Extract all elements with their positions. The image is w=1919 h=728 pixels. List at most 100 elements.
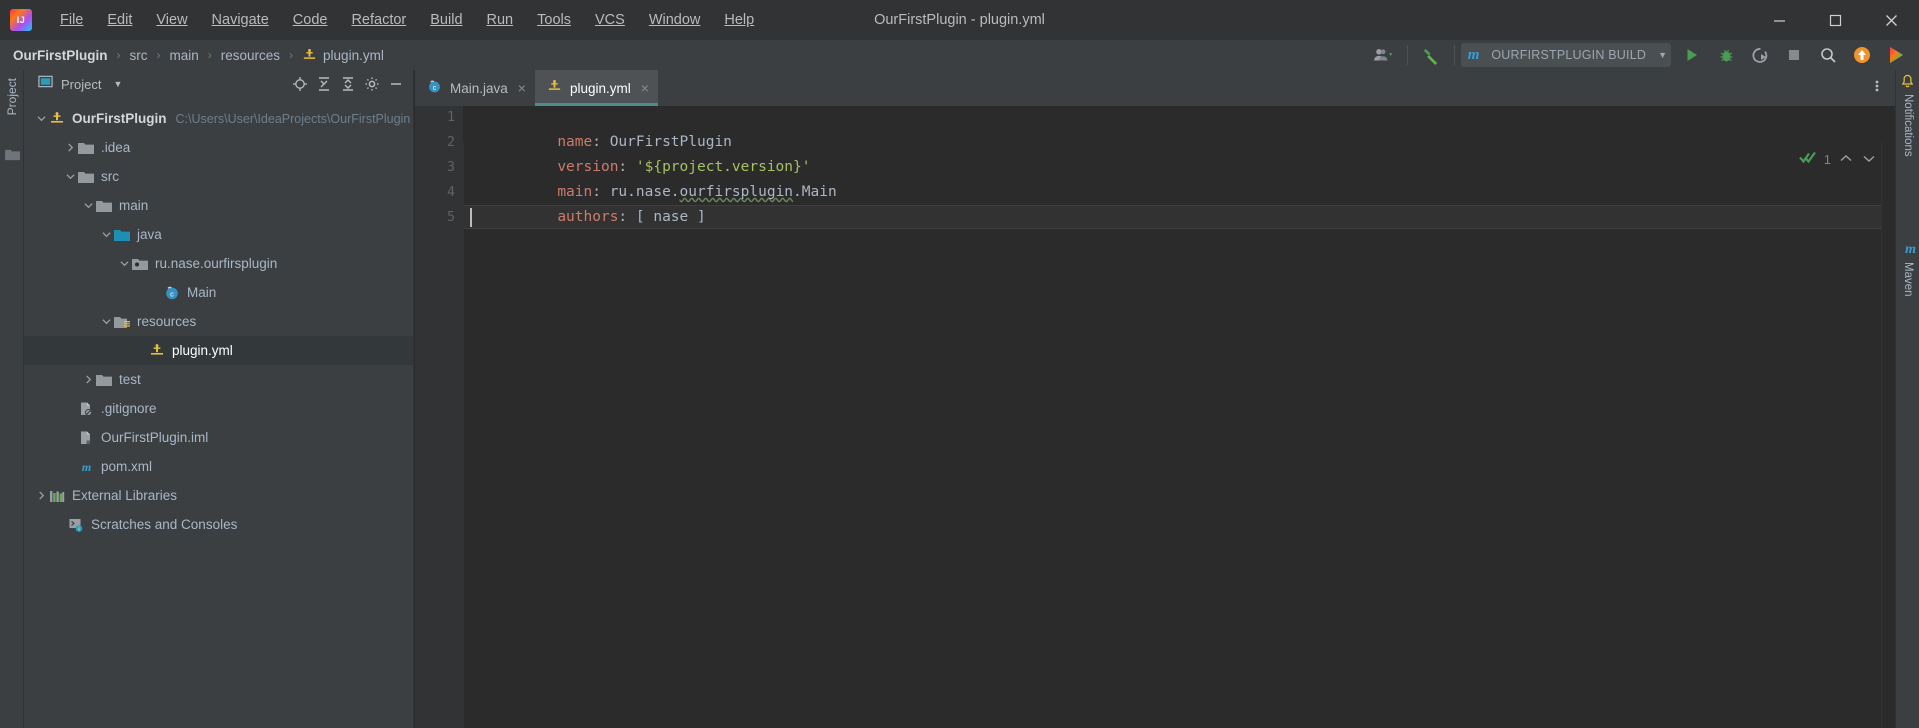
- tree-node-package[interactable]: ru.nase.ourfirsplugin: [24, 249, 413, 278]
- run-configuration-selector[interactable]: m OURFIRSTPLUGIN BUILD ▼: [1460, 43, 1671, 67]
- navigation-bar: OurFirstPlugin › src › main › resources …: [0, 40, 1919, 70]
- chevron-down-icon[interactable]: [99, 228, 113, 242]
- line-number: 4: [447, 185, 455, 200]
- strip-button-notifications[interactable]: Notifications: [1902, 94, 1914, 157]
- toolbar-divider: [1406, 45, 1408, 65]
- tree-label: test: [119, 372, 141, 387]
- spigot-yaml-icon: [547, 79, 562, 97]
- breadcrumb-item-resources[interactable]: resources: [216, 46, 285, 65]
- breadcrumb-item-project[interactable]: OurFirstPlugin: [8, 46, 113, 65]
- tree-node-external-libraries[interactable]: External Libraries: [24, 481, 413, 510]
- tab-label: plugin.yml: [569, 80, 631, 96]
- close-icon[interactable]: [1863, 0, 1919, 40]
- search-everywhere-button[interactable]: [1811, 40, 1845, 70]
- tree-label: resources: [137, 314, 197, 329]
- tab-main-java[interactable]: c Main.java ×: [415, 70, 535, 106]
- navbar-right-actions: m OURFIRSTPLUGIN BUILD ▼: [1367, 40, 1919, 70]
- error-stripe-gutter[interactable]: [1881, 142, 1895, 728]
- menu-item-run[interactable]: Run: [475, 0, 526, 40]
- strip-button-project[interactable]: Project: [5, 78, 19, 115]
- code-editor[interactable]: 1 2 3 4 5 name: OurFirstPlugin version: …: [415, 106, 1895, 728]
- tree-node-pom-xml[interactable]: m pom.xml: [24, 452, 413, 481]
- svg-text:m: m: [81, 460, 90, 474]
- menu-item-navigate[interactable]: Navigate: [200, 0, 281, 40]
- breadcrumb-item-src[interactable]: src: [125, 46, 153, 65]
- tree-node-scratches[interactable]: i Scratches and Consoles: [24, 510, 413, 539]
- hide-tool-window-button[interactable]: [385, 73, 407, 95]
- menu-item-view[interactable]: View: [144, 0, 199, 40]
- gear-icon[interactable]: [361, 73, 383, 95]
- run-button[interactable]: [1675, 40, 1709, 70]
- close-icon[interactable]: ×: [518, 81, 526, 95]
- update-project-button[interactable]: [1845, 40, 1879, 70]
- tree-node-main-class[interactable]: c Main: [24, 278, 413, 307]
- chevron-down-icon[interactable]: [99, 315, 113, 329]
- breadcrumb-item-main[interactable]: main: [165, 46, 204, 65]
- tree-node-ourfirstplugin[interactable]: OurFirstPlugin C:\Users\User\IdeaProject…: [24, 104, 413, 133]
- chevron-down-icon[interactable]: [34, 112, 48, 126]
- debug-button[interactable]: [1709, 40, 1743, 70]
- chevron-down-icon[interactable]: [117, 257, 131, 271]
- svg-text:i: i: [78, 526, 79, 532]
- more-options-icon[interactable]: [1869, 77, 1885, 100]
- menu-item-edit[interactable]: Edit: [95, 0, 144, 40]
- strip-button-maven[interactable]: Maven: [1902, 262, 1914, 297]
- breadcrumb-item-file[interactable]: plugin.yml: [297, 46, 389, 65]
- breadcrumb: OurFirstPlugin › src › main › resources …: [0, 40, 389, 70]
- chevron-right-icon[interactable]: [63, 141, 77, 155]
- colorful-play-icon[interactable]: [1879, 40, 1913, 70]
- tree-node-iml[interactable]: OurFirstPlugin.iml: [24, 423, 413, 452]
- chevron-down-icon[interactable]: [81, 199, 95, 213]
- tree-node-test[interactable]: test: [24, 365, 413, 394]
- menu-item-refactor[interactable]: Refactor: [339, 0, 418, 40]
- menu-label-build: Build: [430, 12, 463, 28]
- tree-node-main[interactable]: main: [24, 191, 413, 220]
- line-number-gutter: 1 2 3 4 5: [415, 106, 463, 728]
- chevron-right-icon[interactable]: [34, 489, 48, 503]
- menu-item-vcs[interactable]: VCS: [583, 0, 637, 40]
- menu-label-help: Help: [724, 12, 755, 28]
- menu-item-tools[interactable]: Tools: [525, 0, 583, 40]
- tree-label: OurFirstPlugin: [72, 111, 167, 126]
- maven-letter-icon: m: [1905, 242, 1916, 257]
- user-dropdown-icon[interactable]: [1367, 40, 1401, 70]
- stop-button[interactable]: [1777, 40, 1811, 70]
- run-with-coverage-button[interactable]: [1743, 40, 1777, 70]
- chevron-down-icon[interactable]: ▼: [113, 79, 122, 89]
- tree-node-resources[interactable]: resources: [24, 307, 413, 336]
- code-line-3: main: ru.nase.ourfirsplugin.Main: [470, 156, 836, 200]
- yaml-key: authors: [557, 209, 619, 225]
- minimize-icon[interactable]: [1751, 0, 1807, 40]
- editor-area: c Main.java × plugin.yml × 1 2 3 4 5 nam…: [415, 70, 1895, 728]
- menu-item-help[interactable]: Help: [712, 0, 766, 40]
- previous-problem-button[interactable]: [1838, 154, 1854, 166]
- tree-node-java[interactable]: java: [24, 220, 413, 249]
- tab-plugin-yml[interactable]: plugin.yml ×: [534, 70, 658, 106]
- notifications-bell-icon[interactable]: [1900, 74, 1915, 94]
- inspection-widget[interactable]: 1: [1798, 150, 1877, 169]
- toolbar-divider: [1453, 45, 1455, 65]
- menu-item-code[interactable]: Code: [281, 0, 340, 40]
- maximize-icon[interactable]: [1807, 0, 1863, 40]
- select-opened-file-button[interactable]: [289, 73, 311, 95]
- collapse-all-button[interactable]: [337, 73, 359, 95]
- gitignore-file-icon: [77, 401, 95, 417]
- strip-folder-icon[interactable]: [5, 148, 20, 166]
- menu-item-file[interactable]: File: [48, 0, 95, 40]
- menu-item-build[interactable]: Build: [418, 0, 474, 40]
- tree-node-src[interactable]: src: [24, 162, 413, 191]
- build-hammer-icon[interactable]: [1414, 40, 1448, 70]
- code-content[interactable]: name: OurFirstPlugin version: '${project…: [463, 106, 1895, 728]
- tree-node-idea[interactable]: .idea: [24, 133, 413, 162]
- menu-item-window[interactable]: Window: [637, 0, 713, 40]
- source-root-folder-icon: [113, 228, 131, 242]
- close-icon[interactable]: ×: [641, 81, 649, 95]
- expand-all-button[interactable]: [313, 73, 335, 95]
- java-class-icon: c: [163, 285, 181, 301]
- tree-node-plugin-yml[interactable]: plugin.yml: [24, 336, 413, 365]
- chevron-right-icon[interactable]: [81, 373, 95, 387]
- next-problem-button[interactable]: [1861, 154, 1877, 166]
- tree-node-gitignore[interactable]: .gitignore: [24, 394, 413, 423]
- chevron-down-icon[interactable]: [63, 170, 77, 184]
